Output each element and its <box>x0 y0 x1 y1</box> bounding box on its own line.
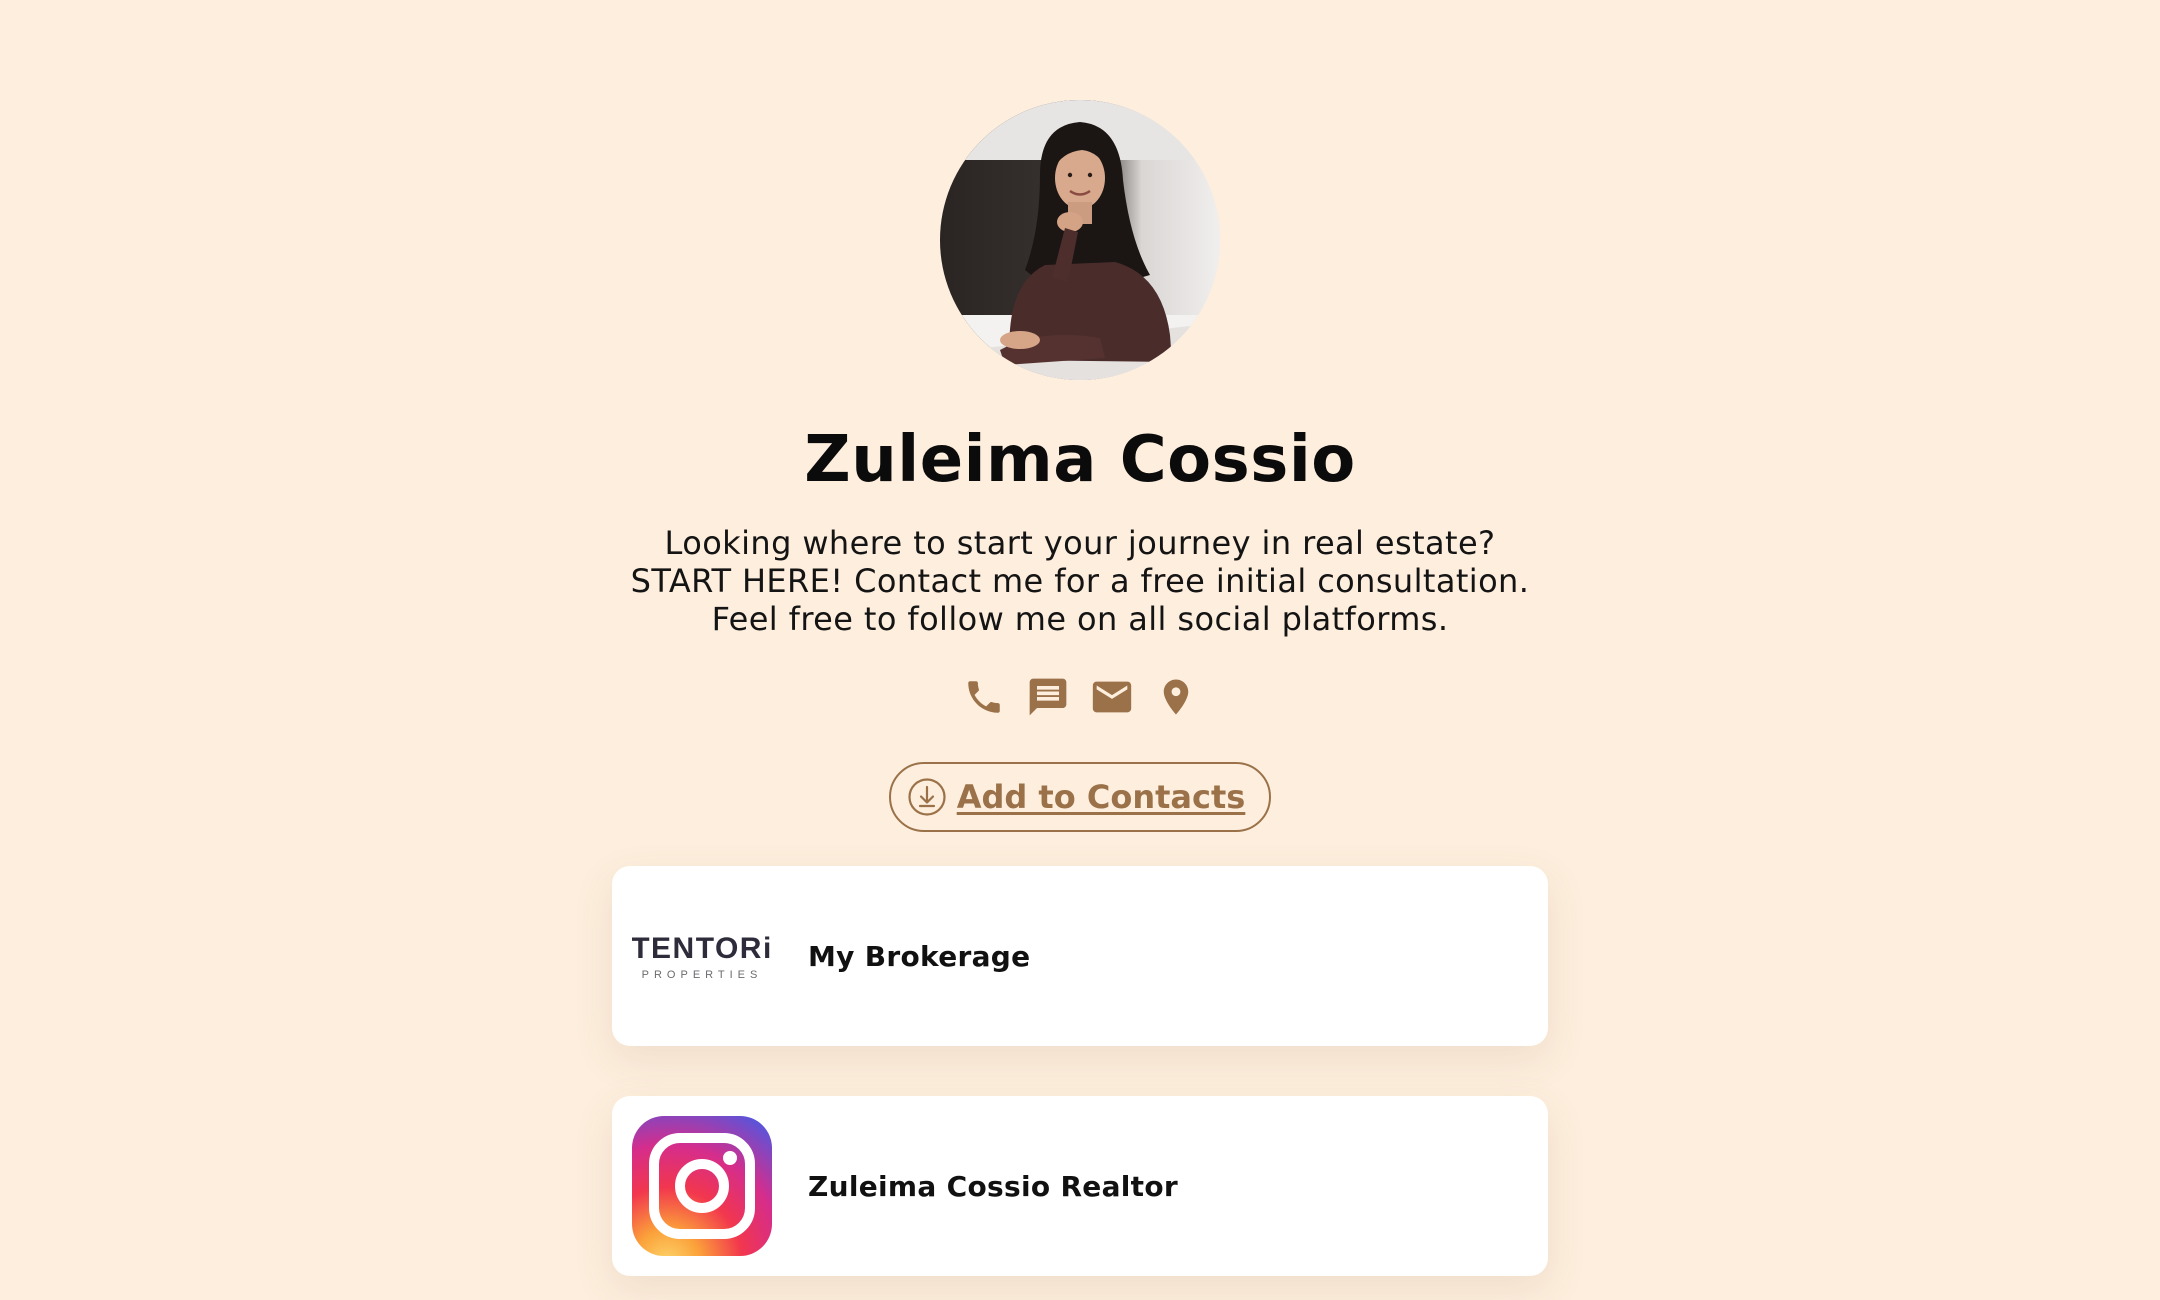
profile-bio: Looking where to start your journey in r… <box>630 524 1530 638</box>
contact-icons-row <box>959 672 1201 722</box>
profile-name: Zuleima Cossio <box>804 423 1356 497</box>
svg-text:PROPERTIES: PROPERTIES <box>642 969 763 981</box>
link-card-title: Zuleima Cossio Realtor <box>808 1169 1179 1203</box>
link-card-title: My Brokerage <box>808 939 1031 973</box>
add-to-contacts-button[interactable]: Add to Contacts <box>888 762 1272 832</box>
link-card-brokerage[interactable]: TENTORi PROPERTIES My Brokerage <box>612 866 1548 1046</box>
email-icon[interactable] <box>1087 672 1137 722</box>
message-icon[interactable] <box>1023 672 1073 722</box>
avatar <box>940 100 1220 380</box>
profile-photo <box>940 100 1220 380</box>
svg-text:TENTORi: TENTORi <box>632 932 772 965</box>
add-to-contacts-label: Add to Contacts <box>956 778 1246 816</box>
link-card-instagram[interactable]: Zuleima Cossio Realtor <box>612 1096 1548 1276</box>
tentori-logo: TENTORi PROPERTIES <box>632 886 772 1026</box>
phone-icon[interactable] <box>959 672 1009 722</box>
instagram-icon <box>632 1116 772 1256</box>
profile-section: Zuleima Cossio Looking where to start yo… <box>0 0 2160 832</box>
download-circle-icon <box>908 778 946 816</box>
location-pin-icon[interactable] <box>1151 672 1201 722</box>
